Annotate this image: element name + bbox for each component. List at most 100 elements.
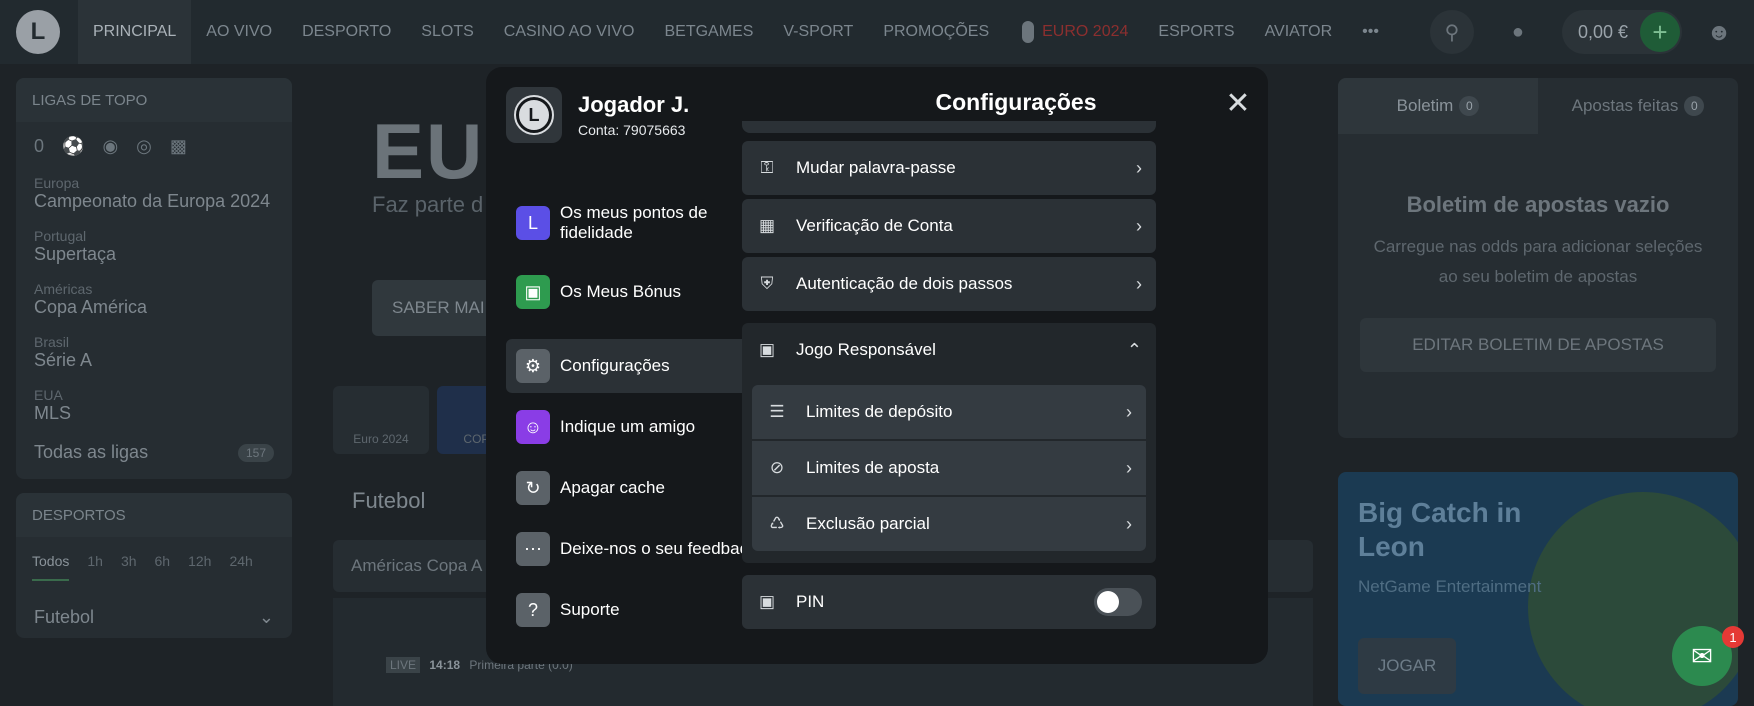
tab-count: 0 — [1684, 96, 1705, 116]
betslip-empty-desc: Carregue nas odds para adicionar seleçõe… — [1373, 237, 1703, 286]
leon-logo[interactable]: L — [16, 10, 60, 54]
league-item[interactable]: Portugal Supertaça — [16, 220, 292, 273]
menu-clear-cache[interactable]: ↻ Apagar cache — [506, 461, 778, 515]
league-item[interactable]: Américas Copa América — [16, 273, 292, 326]
bet-limits-row[interactable]: ⊘ Limites de aposta › — [752, 441, 1146, 495]
menu-label: Deixe-nos o seu feedback — [560, 539, 757, 558]
esports-icon[interactable]: ◉ — [102, 136, 118, 157]
league-item[interactable]: EUA MLS — [16, 379, 292, 432]
nav-slots[interactable]: SLOTS — [406, 0, 488, 64]
modal-title: Configurações — [935, 89, 1097, 115]
leon-avatar-logo-icon: L — [514, 95, 554, 135]
pin-toggle[interactable] — [1094, 588, 1142, 616]
promo-title: Big Catch in Leon — [1358, 497, 1522, 562]
user-icon[interactable]: ☻ — [1706, 19, 1732, 46]
menu-support[interactable]: ? Suporte — [506, 583, 778, 637]
menu-label: Os meus pontos de fidelidade — [560, 203, 708, 242]
basketball-icon[interactable]: ◎ — [136, 136, 152, 157]
tab-placed-bets[interactable]: Apostas feitas 0 — [1538, 78, 1738, 134]
nav-v-sport[interactable]: V-SPORT — [768, 0, 868, 64]
time-filter-6h[interactable]: 6h — [155, 553, 171, 581]
nav-betgames[interactable]: BETGAMES — [649, 0, 768, 64]
zero-icon[interactable]: 0 — [34, 136, 44, 157]
menu-my-bonuses[interactable]: ▣ Os Meus Bónus 1 — [506, 265, 778, 319]
profile-header: L Jogador J. Conta: 79075663 — [506, 87, 689, 143]
time-filter-24h[interactable]: 24h — [229, 553, 252, 581]
gift-icon: ▣ — [516, 275, 550, 309]
nav-euro-2024[interactable]: EURO 2024 — [1042, 0, 1143, 64]
bell-icon[interactable]: ● — [1496, 10, 1540, 54]
sport-football-label: Futebol — [34, 607, 95, 627]
betslip-empty-title: Boletim de apostas vazio — [1406, 192, 1670, 217]
chevron-right-icon: › — [1136, 273, 1142, 294]
account-verification-row[interactable]: ▦ Verificação de Conta › — [742, 199, 1156, 253]
row-label: Exclusão parcial — [806, 514, 930, 533]
nav-esports[interactable]: ESPORTS — [1143, 0, 1249, 64]
menu-feedback[interactable]: ⋯ Deixe-nos o seu feedback — [506, 522, 778, 576]
menu-refer-friend[interactable]: ☺ Indique um amigo — [506, 400, 778, 454]
league-country: Europa — [34, 175, 80, 191]
nav-casino-ao-vivo[interactable]: CASINO AO VIVO — [489, 0, 650, 64]
partial-exclusion-row[interactable]: ♺ Exclusão parcial › — [752, 497, 1146, 551]
time-filter-1h[interactable]: 1h — [87, 553, 103, 581]
league-name: MLS — [34, 403, 72, 423]
league-item[interactable]: Brasil Série A — [16, 326, 292, 379]
league-name: Copa América — [34, 297, 148, 317]
shield-icon: ⛨ — [760, 274, 774, 293]
edit-betslip-button[interactable]: EDITAR BOLETIM DE APOSTAS — [1360, 318, 1716, 372]
refer-friend-icon: ☺ — [516, 410, 550, 444]
row-label: Verificação de Conta — [796, 216, 953, 235]
league-country: EUA — [34, 387, 63, 403]
change-password-row[interactable]: ⚿ Mudar palavra-passe › — [742, 141, 1156, 195]
time-filter-12h[interactable]: 12h — [188, 553, 211, 581]
menu-loyalty-points[interactable]: L Os meus pontos de fidelidade — [506, 195, 778, 251]
time-filter-3h[interactable]: 3h — [121, 553, 137, 581]
search-icon[interactable]: ⚲ — [1429, 10, 1474, 54]
nav-aviator[interactable]: AVIATOR — [1250, 0, 1348, 64]
loyalty-icon: L — [516, 206, 550, 240]
league-name: Campeonato da Europa 2024 — [34, 191, 271, 211]
chevron-right-icon: › — [1126, 513, 1132, 534]
puzzle-icon: ♺ — [769, 514, 785, 533]
deposit-plus-button[interactable]: + — [1640, 12, 1680, 52]
nav-desporto[interactable]: DESPORTO — [287, 0, 406, 64]
responsible-gaming-header[interactable]: ▣ Jogo Responsável ⌃ — [742, 323, 1156, 377]
league-country: Brasil — [34, 334, 70, 350]
broom-icon: ↻ — [516, 471, 550, 505]
tile-euro-2024[interactable]: Euro 2024 — [333, 386, 429, 454]
deposit-limits-row[interactable]: ☰ Limites de depósito › — [752, 385, 1146, 439]
football-heading: Futebol — [352, 488, 426, 513]
settings-modal: L Jogador J. Conta: 79075663 L Os meus p… — [486, 67, 1268, 664]
time-filter-all[interactable]: Todos — [32, 553, 70, 581]
nav-more-icon[interactable]: ••• — [1347, 0, 1394, 64]
nav-ao-vivo[interactable]: AO VIVO — [191, 0, 287, 64]
two-factor-row[interactable]: ⛨ Autenticação de dois passos › — [742, 257, 1156, 311]
menu-settings[interactable]: ⚙ Configurações — [506, 339, 778, 393]
sport-football[interactable]: Futebol ⌄ — [16, 587, 292, 638]
tab-betslip[interactable]: Boletim 0 — [1338, 78, 1538, 134]
coins-lock-icon: ☰ — [769, 402, 785, 421]
messenger-badge: 1 — [1722, 626, 1744, 648]
chevron-right-icon: › — [1126, 457, 1132, 478]
sport-filter-icons: 0 ⚽ ◉ ◎ ▩ — [16, 122, 292, 167]
nav-principal[interactable]: PRINCIPAL — [78, 0, 192, 64]
football-icon[interactable]: ⚽ — [62, 136, 84, 157]
balance-widget[interactable]: 0,00 € + — [1561, 10, 1682, 54]
row-label: Limites de depósito — [806, 402, 953, 421]
top-leagues-panel: LIGAS DE TOPO 0 ⚽ ◉ ◎ ▩ Europa Campeonato… — [16, 78, 292, 479]
left-sidebar: LIGAS DE TOPO 0 ⚽ ◉ ◎ ▩ Europa Campeonato… — [16, 78, 292, 638]
key-icon: ⚿ — [760, 158, 774, 177]
league-item[interactable]: Europa Campeonato da Europa 2024 — [16, 167, 292, 220]
close-icon[interactable]: ✕ — [1224, 89, 1252, 119]
hero-subtitle: Faz parte d — [372, 192, 484, 217]
menu-label: Suporte — [560, 600, 620, 619]
sports-title: DESPORTOS — [16, 493, 292, 537]
all-leagues-link[interactable]: Todas as ligas 157 — [16, 432, 292, 473]
live-time: 14:18 — [429, 658, 461, 672]
user-name: Jogador J. — [578, 92, 690, 117]
nav-promocoes[interactable]: PROMOÇÕES — [868, 0, 1004, 64]
section-label: Jogo Responsável — [796, 340, 936, 359]
promo-play-button[interactable]: JOGAR — [1358, 638, 1456, 694]
chat-bubble-icon: ⋯ — [516, 532, 550, 566]
gamepad-icon[interactable]: ▩ — [170, 136, 187, 157]
